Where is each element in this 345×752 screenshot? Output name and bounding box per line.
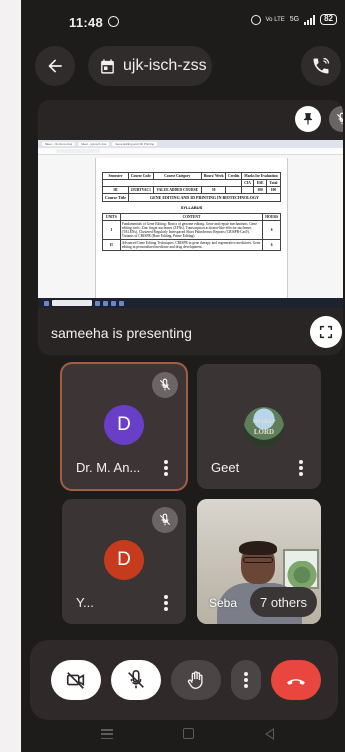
syllabus-document: Semester Course Code Course Category Hou… [95,158,288,298]
network-label: Vo LTE [265,16,285,23]
table-header: Marks for Evaluation [240,172,282,180]
pin-icon [303,113,313,125]
table-cell: 100 [253,186,267,194]
shared-screen: Meet - zlx-hmvo-bxq Meet - ujk-isch-zss … [38,140,343,308]
table-cell: 6 [262,220,281,240]
mic-off-icon [159,378,171,391]
table-cell: Fundamentals of Gene Editing: Basics of … [119,220,264,240]
table-header: CIA [240,179,255,187]
mic-off-icon [336,112,343,125]
table-header: Semester [102,172,129,180]
participant-more-button[interactable] [164,595,168,611]
syllabus-units-table: UNITS CONTENT HOURS I Fundamentals of Ge… [102,213,281,251]
status-time: 11:48 [69,15,104,30]
table-cell: Advanced Gene Editing Techniques: CRISPR… [119,239,264,251]
participant-more-button[interactable] [299,460,303,476]
system-nav-bar [21,720,345,752]
syllabus-header-table: Semester Course Code Course Category Hou… [102,172,282,202]
browser-tab: Gene Editing and 3D Printing [112,142,158,146]
table-header: Hours/ Week [200,172,227,180]
network-type: 5G [289,16,300,23]
table-cell: III [102,186,129,194]
syllabus-heading: SYLLABUS [180,205,203,210]
participant-name: Y... [76,595,94,610]
browser-tab: Meet - zlx-hmvo-bxq [42,142,76,146]
avatar: MY HELP LORD [244,407,284,447]
table-cell: 6 [262,239,281,251]
end-call-button[interactable] [271,660,321,700]
mic-toggle-button[interactable] [111,660,161,700]
camera-toggle-button[interactable] [51,660,101,700]
meeting-code: ujk-isch-zss [123,57,207,74]
table-header: Course Code [127,172,154,180]
recent-apps-button[interactable] [101,729,113,739]
battery-indicator: 82 [320,14,337,25]
table-cell: VALUE ADDED COURSE [152,186,202,194]
browser-address-bar: ​ [38,148,343,155]
course-title: GENE EDITING AND 3D PRINTING IN BIOTECHN… [127,193,282,202]
back-button[interactable] [35,46,75,86]
participant-tile[interactable]: MY HELP LORD Geet [197,364,321,489]
table-cell: Course Title [102,193,129,202]
table-cell: 30 [200,186,227,194]
participant-name: Seba [209,596,238,610]
back-arrow-icon [48,59,62,73]
meeting-info-button[interactable]: ujk-isch-zss [88,46,212,86]
table-header: UNITS [102,213,121,221]
others-count-button[interactable]: 7 others [250,587,317,617]
audio-output-icon [313,57,330,74]
participant-name: Geet [211,460,240,475]
participant-more-button[interactable] [164,460,168,476]
more-vert-icon [244,672,248,688]
presenter-mute-indicator [329,106,343,132]
table-header: Total [265,179,282,187]
participant-video-tile[interactable]: Seba 7 others [197,499,321,624]
presentation-tile[interactable]: Meet - zlx-hmvo-bxq Meet - ujk-isch-zss … [38,100,343,355]
participant-tile[interactable]: D Y... [62,499,186,624]
status-bar: 11:48 Vo LTE 5G 82 [21,0,345,44]
participant-mute-indicator [152,507,178,533]
home-button[interactable] [183,728,194,739]
back-nav-button[interactable] [265,728,274,740]
avatar: D [104,405,144,445]
end-call-icon [287,679,305,685]
table-header: HOURS [262,213,281,221]
table-header: Course Category [152,172,202,180]
more-options-button[interactable] [231,660,261,700]
calendar-icon [101,58,114,74]
table-header: ESE [253,179,267,187]
table-cell: 23UBTVAC1 [127,186,154,194]
call-controls [30,640,338,720]
presenting-label: sameeha is presenting [51,325,192,341]
alarm-icon [250,14,261,25]
raise-hand-icon [187,671,203,689]
participant-tile[interactable]: D Dr. M. An... [62,364,186,489]
participant-mute-indicator [152,372,178,398]
pin-button[interactable] [295,106,321,132]
status-right-icons: Vo LTE 5G 82 [250,14,337,25]
table-cell: II [102,239,121,251]
fullscreen-icon [319,325,333,339]
browser-tab: Meet - ujk-isch-zss [78,142,110,146]
participant-name: Dr. M. An... [76,460,141,475]
table-header: Credits [225,172,242,180]
screen-share-status-icon [108,16,119,27]
table-cell [240,186,255,194]
fullscreen-button[interactable] [310,316,342,348]
camera-off-icon [66,672,85,689]
audio-output-button[interactable] [301,46,341,86]
table-header: CONTENT [119,213,264,221]
raise-hand-button[interactable] [171,660,221,700]
browser-tabs: Meet - zlx-hmvo-bxq Meet - ujk-isch-zss … [38,140,343,148]
signal-icon [304,14,316,25]
shared-taskbar [38,298,343,308]
phone-screen: 11:48 Vo LTE 5G 82 ujk-isch-zss Meet - z… [21,0,345,752]
avatar: D [104,540,144,580]
mic-off-icon [128,670,144,689]
table-cell: I [102,220,121,240]
mic-off-icon [159,513,171,526]
table-cell: 100 [265,186,282,194]
